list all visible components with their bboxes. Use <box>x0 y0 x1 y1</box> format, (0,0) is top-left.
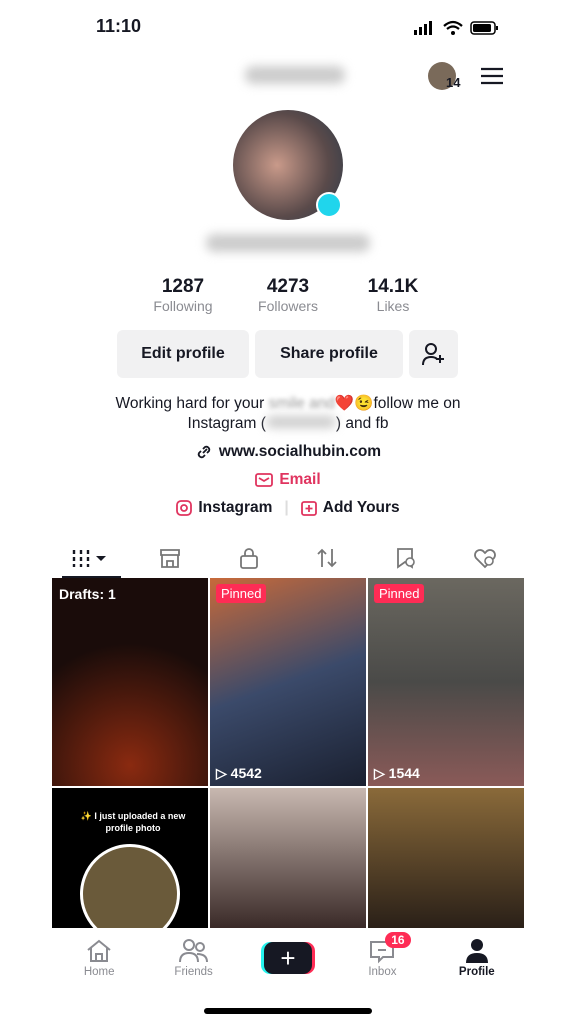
divider: | <box>284 499 289 516</box>
video-grid: Drafts: 1 Pinned ▷ 4542 Pinned ▷ 1544 ✨ I … <box>52 578 524 928</box>
clock: 11:10 <box>96 16 142 36</box>
bottom-nav: Home Friends + Inbox 16 Profile <box>52 928 524 988</box>
view-count-value: 1544 <box>388 765 420 781</box>
tab-favorites[interactable] <box>367 538 446 578</box>
drafts-label: Drafts: 1 <box>59 586 116 602</box>
email-icon <box>255 473 274 487</box>
stat-following[interactable]: 1287 Following <box>131 276 236 316</box>
video-thumbnail[interactable] <box>210 788 366 928</box>
friends-icon <box>178 939 208 963</box>
repost-icon <box>317 548 337 568</box>
status-bar: 11:10 <box>0 16 576 40</box>
bio-text: Instagram ( <box>187 415 266 432</box>
add-avatar-icon[interactable] <box>316 192 342 218</box>
tab-videos[interactable] <box>52 538 131 578</box>
social-links: Instagram | Add Yours <box>0 499 576 517</box>
pinned-badge: Pinned <box>216 584 267 603</box>
email-link[interactable]: Email <box>0 471 576 489</box>
home-indicator <box>204 1008 372 1014</box>
stat-followers[interactable]: 4273 Followers <box>236 276 341 316</box>
content-tabs <box>52 538 524 578</box>
add-friend-button[interactable] <box>409 330 458 378</box>
home-icon <box>87 939 111 962</box>
bookmark-hidden-icon <box>397 548 415 569</box>
video-thumbnail[interactable]: Pinned ▷ 4542 <box>210 578 366 786</box>
heart-hidden-icon <box>473 549 496 569</box>
nav-inbox[interactable]: Inbox 16 <box>335 928 429 988</box>
handle-blurred <box>206 234 370 252</box>
tab-liked[interactable] <box>445 538 524 578</box>
inbox-badge: 16 <box>385 932 411 948</box>
video-thumbnail[interactable]: Pinned ▷ 1544 <box>368 578 524 786</box>
website-text: www.socialhubin.com <box>218 443 382 460</box>
status-icons <box>414 20 498 35</box>
nav-friends[interactable]: Friends <box>146 928 240 988</box>
pinned-badge: Pinned <box>374 584 425 603</box>
lock-icon <box>239 548 258 569</box>
nav-profile[interactable]: Profile <box>430 928 524 988</box>
nav-label: Friends <box>174 966 213 978</box>
add-yours-link[interactable]: Add Yours <box>323 499 400 517</box>
plus-icon: + <box>264 942 313 974</box>
stat-value: 14.1K <box>367 276 419 297</box>
add-user-icon <box>421 343 444 366</box>
video-thumbnail[interactable] <box>368 788 524 928</box>
view-count: ▷ 4542 <box>216 765 262 781</box>
stat-label: Followers <box>258 298 318 314</box>
bio-text: ) and fb <box>335 415 389 432</box>
tab-private[interactable] <box>209 538 288 578</box>
thumbnail-photo <box>80 844 180 928</box>
bio-text: Working hard for your <box>115 395 265 412</box>
profile-stats: 1287 Following 4273 Followers 14.1K Likes <box>0 276 576 316</box>
instagram-icon <box>176 500 193 516</box>
share-profile-button[interactable]: Share profile <box>255 330 403 378</box>
username-blurred <box>245 66 345 84</box>
stat-likes[interactable]: 14.1K Likes <box>341 276 446 316</box>
bio-text: ❤️😉follow me on <box>334 395 461 412</box>
link-icon <box>197 445 211 459</box>
video-thumbnail-drafts[interactable]: Drafts: 1 <box>52 578 208 786</box>
website-link[interactable]: www.socialhubin.com <box>0 443 576 461</box>
friends-count: 14 <box>446 75 461 90</box>
stat-value: 4273 <box>266 276 310 297</box>
edit-profile-button[interactable]: Edit profile <box>117 330 249 378</box>
instagram-link[interactable]: Instagram <box>198 499 272 517</box>
nav-label: Inbox <box>368 966 397 978</box>
tab-reposts[interactable] <box>288 538 367 578</box>
view-count-value: 4542 <box>230 765 262 781</box>
grid-icon <box>73 550 107 567</box>
stat-value: 1287 <box>161 276 205 297</box>
thumbnail-caption: ✨ I just uploaded a new profile photo <box>80 811 186 833</box>
add-yours-icon <box>300 501 317 516</box>
bio: Working hard for your smile and❤️😉follow… <box>115 395 461 432</box>
shop-icon <box>160 549 180 568</box>
blurred-handle <box>265 416 336 428</box>
menu-icon[interactable] <box>480 66 504 86</box>
nav-home[interactable]: Home <box>52 928 146 988</box>
tab-shop[interactable] <box>131 538 210 578</box>
email-text: Email <box>279 471 321 488</box>
nav-label: Home <box>83 966 115 978</box>
nav-label: Profile <box>458 966 495 978</box>
stat-label: Following <box>153 298 213 314</box>
stat-label: Likes <box>376 298 410 314</box>
profile-icon <box>465 939 488 963</box>
view-count: ▷ 1544 <box>374 765 420 781</box>
nav-create[interactable]: + <box>241 928 335 988</box>
video-thumbnail[interactable]: ✨ I just uploaded a new profile photo <box>52 788 208 928</box>
